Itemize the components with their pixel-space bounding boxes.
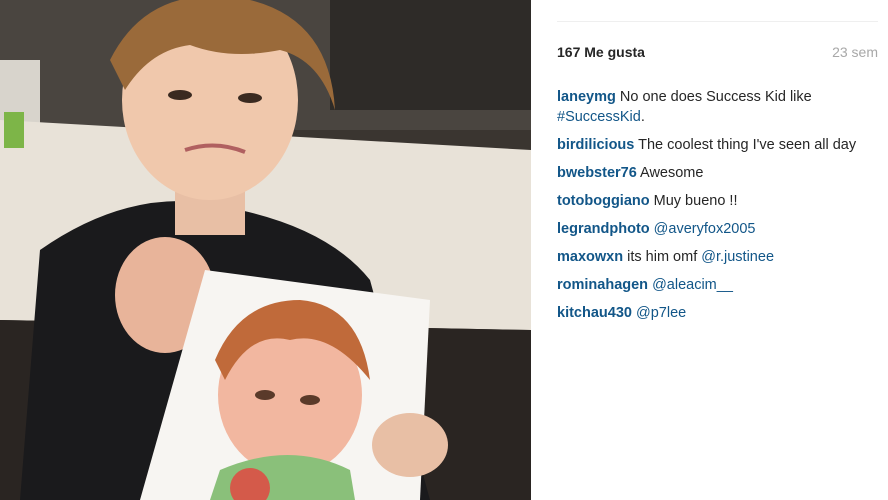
comment-text: Awesome [640, 165, 704, 181]
top-divider [557, 21, 878, 22]
comment-text: The coolest thing I've seen all day [638, 137, 857, 153]
comment-text: No one does Success Kid like [619, 89, 812, 105]
post-photo[interactable] [0, 0, 531, 500]
instagram-post: 167 Me gusta 23 sem laneymg No one does … [0, 0, 888, 500]
comment: legrandphoto @averyfox2005 [557, 219, 874, 239]
comment: laneymg No one does Success Kid like #Su… [557, 87, 874, 127]
comment-username[interactable]: birdilicious [557, 137, 634, 153]
comment-text: its him omf [627, 249, 702, 265]
comment-suffix: . [640, 109, 645, 125]
comment: birdilicious The coolest thing I've seen… [557, 135, 874, 155]
comment: kitchau430 @p7lee [557, 303, 874, 323]
comment-username[interactable]: maxowxn [557, 249, 623, 265]
comment-username[interactable]: bwebster76 [557, 165, 637, 181]
comment: rominahagen @aleacim__ [557, 275, 874, 295]
comment: maxowxn its him omf @r.justinee [557, 247, 874, 267]
comment-text: Muy bueno !! [653, 193, 738, 209]
mention-link[interactable]: @p7lee [636, 305, 686, 321]
hashtag-link[interactable]: #SuccessKid [557, 109, 641, 125]
mention-link[interactable]: @r.justinee [701, 249, 774, 265]
comment-username[interactable]: legrandphoto [557, 221, 650, 237]
photo-illustration [0, 0, 531, 500]
mention-link[interactable]: @averyfox2005 [654, 221, 756, 237]
post-time[interactable]: 23 sem [832, 44, 878, 60]
mention-link[interactable]: @aleacim__ [652, 277, 733, 293]
comment-username[interactable]: kitchau430 [557, 305, 632, 321]
like-count[interactable]: 167 Me gusta [557, 44, 645, 60]
post-meta: 167 Me gusta 23 sem [557, 44, 878, 64]
comment-list: laneymg No one does Success Kid like #Su… [557, 87, 874, 331]
comment-username[interactable]: totoboggiano [557, 193, 650, 209]
comments-panel: 167 Me gusta 23 sem laneymg No one does … [531, 0, 888, 500]
comment: bwebster76 Awesome [557, 163, 874, 183]
comment: totoboggiano Muy bueno !! [557, 191, 874, 211]
comment-username[interactable]: rominahagen [557, 277, 648, 293]
comment-username[interactable]: laneymg [557, 89, 616, 105]
